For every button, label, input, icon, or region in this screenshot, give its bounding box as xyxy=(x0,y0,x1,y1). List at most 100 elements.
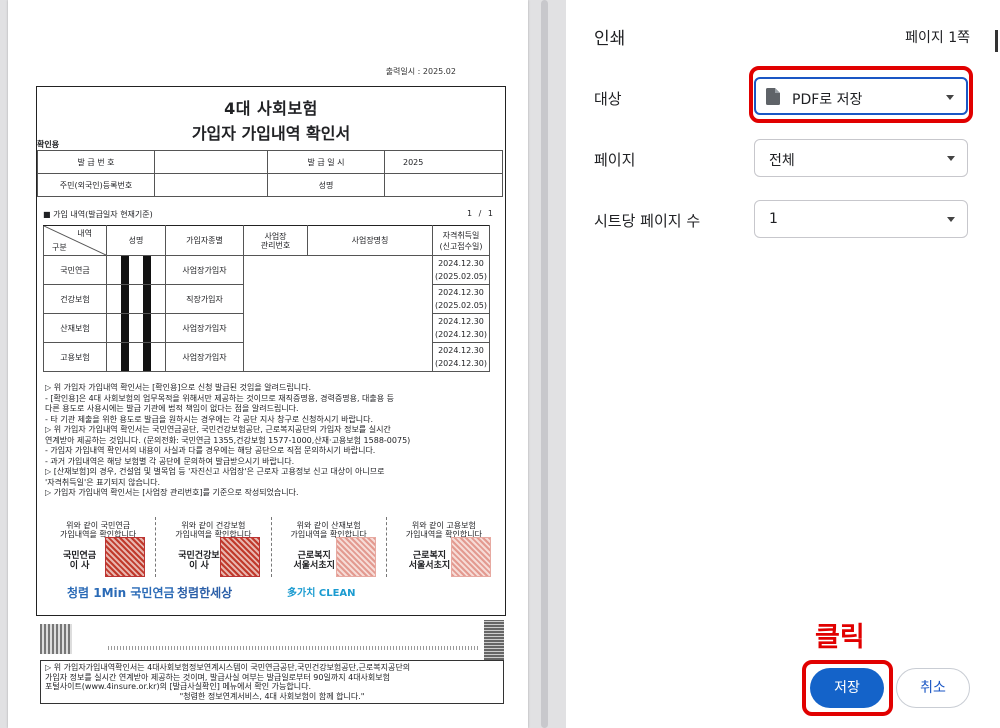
pages-per-sheet-select[interactable]: 1 xyxy=(754,200,968,238)
seal-org: 국민건강보 이 사 xyxy=(178,551,220,571)
header-detail: 내역 xyxy=(77,229,92,238)
barcode-icon xyxy=(484,620,504,660)
pages-label: 페이지 xyxy=(594,151,636,169)
row-date-reported: (2025.02.05) xyxy=(434,272,488,281)
official-seal-stamp xyxy=(105,537,145,577)
seal-org: 근로복지 서울서초지 xyxy=(293,551,335,571)
seal-box-pension: 위와 같이 국민연금 가입내역을 확인합니다 국민연금 이 사 xyxy=(41,517,157,577)
scrollbar-thumb[interactable] xyxy=(995,30,998,52)
row-date-reported: (2024.12.30) xyxy=(434,330,488,339)
official-seal-stamp xyxy=(450,537,491,577)
click-annotation: 클릭 xyxy=(815,622,865,653)
seal-box-health: 위와 같이 건강보험 가입내역을 확인합니다 국민건강보 이 사 xyxy=(156,517,272,577)
row-date-acquired: 2024.12.30 xyxy=(438,346,484,355)
seal-box-employment: 위와 같이 고용보험 가입내역을 확인합니다 근로복지 서울서초지 xyxy=(387,517,501,577)
pages-per-sheet-label: 시트당 페이지 수 xyxy=(594,212,701,230)
scrollbar-thumb[interactable] xyxy=(541,0,548,728)
name-value xyxy=(384,173,503,197)
note-line: ▷ [산재보험]의 경우, 건설업 및 벌목업 등 '자진신고 사업장'은 근로… xyxy=(45,467,385,476)
name-label: 성명 xyxy=(267,173,385,197)
workplace-masked xyxy=(243,255,433,372)
note-line: 연계받아 제공하는 것입니다. (문의전화: 국민연금 1355,건강보험 15… xyxy=(45,435,411,445)
preview-page: 출력일시 : 2025.02 4대 사회보험 가입자 가입내역 확인서 확인용 … xyxy=(8,0,528,728)
row-date-reported: (2025.02.05) xyxy=(434,301,488,310)
pages-select[interactable]: 전체 xyxy=(754,139,968,177)
enrollment-table: 내역 구분 성명 가입자종별 사업장 관리번호 사업장명칭 자격취득일 (신고접… xyxy=(43,225,490,372)
row-date-acquired: 2024.12.30 xyxy=(438,317,484,326)
footer-note: ▷ 위 가입자가입내역확인서는 4대사회보험정보연계시스템이 국민연금공단,국민… xyxy=(40,660,504,704)
row-name-masked xyxy=(106,255,166,285)
row-name-masked xyxy=(106,342,166,372)
row-type: 사업장가입자 xyxy=(165,342,244,372)
preview-scrollbar[interactable] xyxy=(540,0,550,728)
note-line: ▷ 위 가입자 가입내역 확인서는 국민연금공단, 국민건강보험공단, 근로복지… xyxy=(45,425,391,434)
row-date: 2024.12.30 (2025.02.05) xyxy=(432,255,490,285)
row-date: 2024.12.30 (2024.12.30) xyxy=(432,342,490,372)
health-logo: 청렴한세상 xyxy=(177,586,233,600)
note-line: ▷ 가입자 가입내역 확인서는 [사업장 관리번호]를 기준으로 작성되었습니다… xyxy=(45,488,299,497)
row-date-acquired: 2024.12.30 xyxy=(438,288,484,297)
save-button[interactable]: 저장 xyxy=(810,668,884,708)
seal-row: 위와 같이 국민연금 가입내역을 확인합니다 국민연금 이 사 위와 같이 건강… xyxy=(41,517,501,577)
header-workplace-name: 사업장명칭 xyxy=(307,225,433,256)
pension-logo: 청렴 1Min 국민연금 xyxy=(67,586,175,600)
settings-scrollbar[interactable] xyxy=(994,0,1000,52)
header-name: 성명 xyxy=(106,225,166,256)
issue-date-value: 2025 xyxy=(384,150,503,174)
section-title: ■ 가입 내역(발급일자 현재기준) xyxy=(43,210,153,219)
row-name-masked xyxy=(106,284,166,314)
footer-line: "청렴한 정보연계서비스, 4대 사회보험이 함께 합니다." xyxy=(179,691,365,701)
barcode-strip xyxy=(108,646,478,650)
header-member-type: 가입자종별 xyxy=(165,225,244,256)
row-date: 2024.12.30 (2024.12.30) xyxy=(432,313,490,343)
notes-section: ▷ 위 가입자 가입내역 확인서는 [확인용]으로 신청 발급된 것임을 알려드… xyxy=(45,383,505,499)
row-kind: 건강보험 xyxy=(43,284,107,314)
note-line: ▷ 위 가입자 가입내역 확인서는 [확인용]으로 신청 발급된 것임을 알려드… xyxy=(45,383,311,392)
header-category: 구분 xyxy=(52,243,67,252)
row-type: 직장가입자 xyxy=(165,284,244,314)
welfare-logo: 多가치 CLEAN xyxy=(287,588,356,599)
note-line: 다른 용도로 사용시에는 발급 기관에 법적 책임이 없다는 점을 알려드립니다… xyxy=(45,404,299,413)
header-acquire-date: 자격취득일 (신고접수일) xyxy=(432,225,490,256)
table-row: 국민연금 사업장가입자 2024.12.30 (2025.02.05) xyxy=(43,255,490,372)
footer-line: ▷ 위 가입자가입내역확인서는 4대사회보험정보연계시스템이 국민연금공단,국민… xyxy=(45,663,411,672)
document-title-line1: 4대 사회보험 xyxy=(224,99,318,118)
footer-line: 가입자 정보를 실시간 연계받아 제공하는 것이며, 발급사실 여부는 발급일로… xyxy=(45,672,390,682)
note-line: - 가입자 가입내역 확인서의 내용이 사실과 다를 경우에는 해당 공단으로 … xyxy=(45,446,376,455)
destination-highlight-box xyxy=(749,66,973,123)
seal-box-industrial: 위와 같이 산재보험 가입내역을 확인합니다 근로복지 서울서초지 xyxy=(272,517,387,577)
rrn-value xyxy=(154,173,268,197)
header-workplace-no: 사업장 관리번호 xyxy=(243,225,308,256)
official-seal-stamp xyxy=(220,537,261,577)
issue-date-label: 발 급 일 시 xyxy=(267,150,385,174)
note-line: - 과거 가입내역은 해당 보험별 각 공단에 문의하여 발급받으시기 바랍니다… xyxy=(45,456,295,466)
print-date: 출력일시 : 2025.02 xyxy=(385,67,456,76)
destination-label: 대상 xyxy=(594,90,622,108)
logo-row: 청렴 1Min 국민연금 청렴한세상 多가치 CLEAN xyxy=(37,582,503,612)
chevron-down-icon xyxy=(947,156,955,161)
note-line: - [확인용]은 4대 사회보험의 업무목적을 위해서만 제공하는 것이므로 재… xyxy=(45,393,395,403)
note-line: '자격취득일'은 표기되지 않습니다. xyxy=(45,477,161,487)
dialog-title: 인쇄 xyxy=(594,29,626,49)
issue-no-value xyxy=(154,150,268,174)
print-preview-area: 출력일시 : 2025.02 4대 사회보험 가입자 가입내역 확인서 확인용 … xyxy=(0,0,566,728)
document-frame: 4대 사회보험 가입자 가입내역 확인서 확인용 발 급 번 호 발 급 일 시… xyxy=(36,86,506,616)
row-kind: 고용보험 xyxy=(43,342,107,372)
pages-per-sheet-value: 1 xyxy=(769,211,778,227)
official-seal-stamp xyxy=(335,537,376,577)
document-title-line2: 가입자 가입내역 확인서 xyxy=(191,124,351,143)
cancel-button[interactable]: 취소 xyxy=(896,668,970,708)
footer-line: 포털사이트(www.4insure.or.kr)의 [발급사실확인] 메뉴에서 … xyxy=(45,682,312,691)
row-type: 사업장가입자 xyxy=(165,255,244,285)
section-page-indicator: 1 / 1 xyxy=(467,209,495,218)
page-count: 페이지 1쪽 xyxy=(905,30,970,46)
row-name-masked xyxy=(106,313,166,343)
purpose-label: 확인용 xyxy=(37,140,60,149)
row-kind: 산재보험 xyxy=(43,313,107,343)
row-kind: 국민연금 xyxy=(43,255,107,285)
issue-no-label: 발 급 번 호 xyxy=(37,150,155,174)
print-settings-panel: 인쇄 페이지 1쪽 대상 PDF로 저장 페이지 전체 시트당 페이지 수 1 … xyxy=(566,0,1000,728)
issuer-info-table: 발 급 번 호 발 급 일 시 2025 주민(외국인)등록번호 성명 xyxy=(37,150,503,197)
pages-value: 전체 xyxy=(769,153,795,169)
row-type: 사업장가입자 xyxy=(165,313,244,343)
